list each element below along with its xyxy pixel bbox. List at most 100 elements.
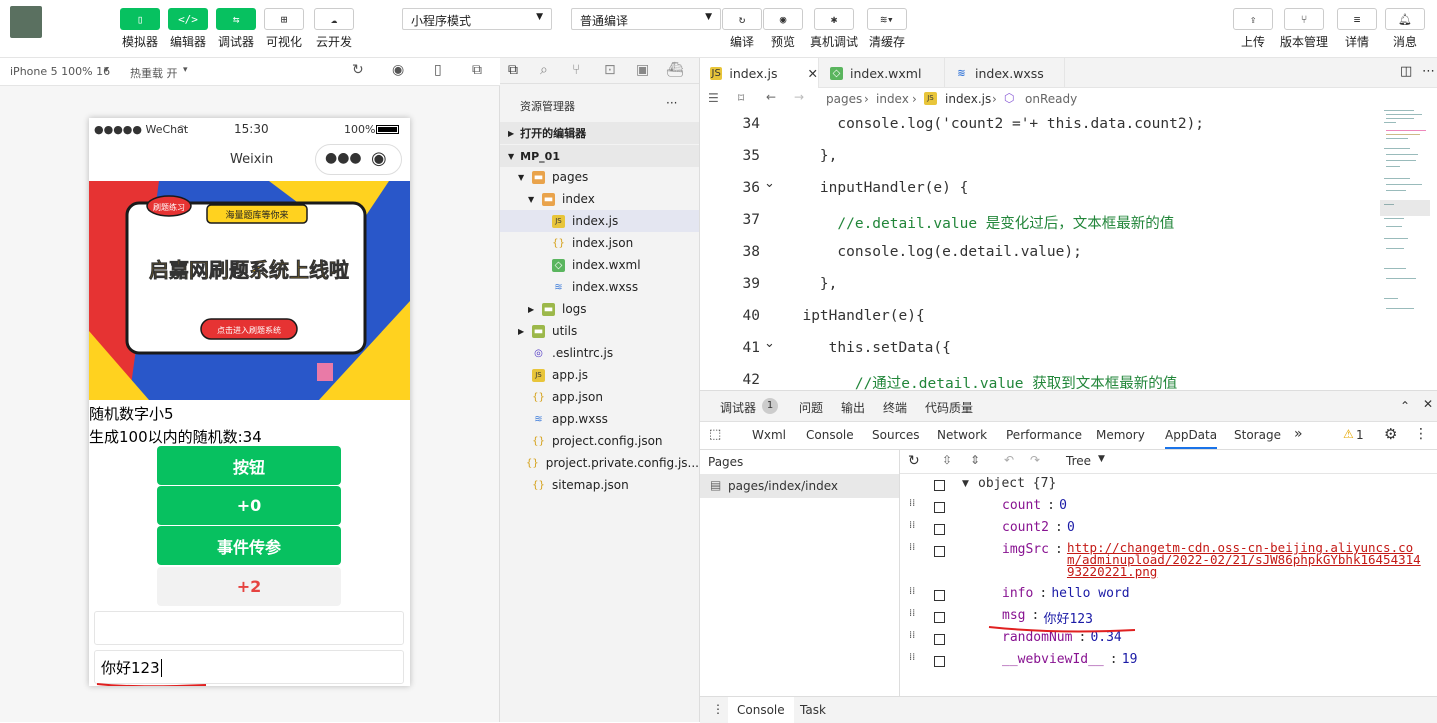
more-icon[interactable]: ⋯ [1422, 64, 1435, 79]
view-mode-select[interactable]: Tree [1066, 454, 1091, 468]
phone-icon[interactable]: ▯ [434, 62, 442, 78]
add-button[interactable]: +0 [157, 486, 341, 525]
checkbox[interactable] [934, 634, 945, 645]
fold-chevron-icon[interactable]: ⌄ [764, 336, 775, 351]
preview-button[interactable]: ◉ 预览 [763, 8, 803, 50]
tree-item-project-private-config-js[interactable]: {} project.private.config.js... [500, 452, 699, 474]
data-value[interactable]: 19 [1122, 652, 1138, 667]
checkbox[interactable] [934, 656, 945, 667]
tree-item-app-wxss[interactable]: ≋ app.wxss [500, 408, 699, 430]
compile-button[interactable]: ↻ 编译 [722, 8, 762, 50]
drag-handle-icon[interactable]: ⁞⁞ [909, 521, 917, 535]
forward-icon[interactable]: → [794, 90, 804, 104]
panel-sources[interactable]: Sources [872, 428, 919, 442]
drag-handle-icon[interactable]: ⁞⁞ [909, 499, 917, 513]
drag-handle-icon[interactable]: ⁞⁞ [909, 631, 917, 645]
tree-item-index-json[interactable]: {} index.json [500, 232, 699, 254]
tree-item-index-wxss[interactable]: ≋ index.wxss [500, 276, 699, 298]
project-section[interactable]: ▼ MP_01 [500, 145, 699, 167]
capsule-menu[interactable]: ●●● ◉ [315, 144, 402, 175]
minimap[interactable] [1380, 108, 1430, 318]
avatar[interactable] [10, 6, 42, 38]
stop-icon[interactable]: ◉ [392, 62, 404, 78]
more-icon[interactable]: ··· [666, 96, 677, 110]
code-line[interactable]: }, [785, 148, 837, 164]
cloud-button[interactable]: ☁ 云开发 [314, 8, 354, 50]
files-icon[interactable]: ⧉ [508, 62, 518, 78]
chevron-down-icon[interactable]: ▼ [518, 173, 532, 182]
drag-handle-icon[interactable]: ⋮ [712, 702, 724, 716]
code-line[interactable]: console.log('count2 ='+ this.data.count2… [785, 116, 1204, 132]
back-icon[interactable]: ← [766, 90, 776, 104]
messages-button[interactable]: 🔔︎ 消息 [1385, 8, 1425, 50]
chevron-right-icon[interactable]: ▶ [518, 327, 532, 336]
open-editors-section[interactable]: ▶ 打开的编辑器 [500, 122, 699, 144]
checkbox[interactable] [934, 524, 945, 535]
tree-item-app-json[interactable]: {} app.json [500, 386, 699, 408]
tab-index-js[interactable]: JS index.js ✕ [700, 58, 819, 88]
docker-icon[interactable]: ⛴︎ [666, 62, 684, 78]
fold-chevron-icon[interactable]: ⌄ [764, 176, 775, 191]
window-icon[interactable]: ⧉ [472, 62, 482, 78]
panel-wxml[interactable]: Wxml [752, 428, 786, 442]
tab-index-wxss[interactable]: ≋ index.wxss [945, 58, 1065, 88]
chevron-up-icon[interactable]: ⌃ [1400, 399, 1410, 413]
clear-cache-button[interactable]: ≋▾ 清缓存 [867, 8, 907, 50]
code-line[interactable]: this.setData({ [785, 340, 951, 356]
add-two-button[interactable]: +2 [157, 567, 341, 606]
collapse-icon[interactable]: ⇕ [970, 453, 980, 467]
checkbox[interactable] [934, 546, 945, 557]
drag-handle-icon[interactable]: ⁞⁞ [909, 609, 917, 623]
tab-output[interactable]: 输出 [841, 399, 865, 416]
panel-network[interactable]: Network [937, 428, 987, 442]
checkbox[interactable] [934, 612, 945, 623]
device-select[interactable]: iPhone 5 100% 16 [10, 65, 110, 78]
tab-terminal[interactable]: 终端 [883, 399, 907, 416]
more-panels-icon[interactable]: » [1294, 426, 1303, 442]
tree-item-app-js[interactable]: JS app.js [500, 364, 699, 386]
details-button[interactable]: ≡ 详情 [1337, 8, 1377, 50]
primary-button[interactable]: 按钮 [157, 446, 341, 485]
drag-handle-icon[interactable]: ⁞⁞ [909, 587, 917, 601]
checkbox[interactable] [934, 480, 945, 491]
code-line[interactable]: }, [785, 276, 837, 292]
simulator-button[interactable]: ▯ 模拟器 [120, 8, 160, 50]
tab-code-quality[interactable]: 代码质量 [925, 399, 973, 416]
tree-item-index-wxml[interactable]: ◇ index.wxml [500, 254, 699, 276]
panel-console[interactable]: Console [806, 428, 854, 442]
tab-debugger[interactable]: 调试器 [720, 399, 757, 424]
tree-item-eslintrc-js[interactable]: ◎ .eslintrc.js [500, 342, 699, 364]
more-icon[interactable]: ●●● [325, 150, 362, 166]
inspect-icon[interactable]: ⬚ [709, 427, 721, 442]
tab-task[interactable]: Task [800, 703, 826, 717]
split-editor-icon[interactable]: ◫ [1400, 64, 1412, 79]
close-icon[interactable]: ✕ [808, 66, 818, 81]
redo-icon[interactable]: ↷ [1030, 453, 1040, 467]
close-icon[interactable]: ✕ [1423, 397, 1433, 411]
panel-memory[interactable]: Memory [1096, 428, 1145, 442]
chevron-down-icon[interactable]: ▼ [962, 479, 969, 489]
close-circle-icon[interactable]: ◉ [371, 148, 387, 169]
visual-button[interactable]: ⊞ 可视化 [264, 8, 304, 50]
text-input-1[interactable] [94, 611, 404, 645]
refresh-icon[interactable]: ↻ [908, 453, 920, 469]
checkbox[interactable] [934, 590, 945, 601]
tab-problems[interactable]: 问题 [799, 399, 823, 416]
data-value[interactable]: 0 [1067, 520, 1075, 535]
data-value[interactable]: hello word [1051, 586, 1129, 601]
debugger-button[interactable]: ⇆ 调试器 [216, 8, 256, 50]
panel-performance[interactable]: Performance [1006, 428, 1082, 442]
event-param-button[interactable]: 事件传参 [157, 526, 341, 565]
drag-handle-icon[interactable]: ⁞⁞ [909, 543, 917, 557]
tab-console[interactable]: Console [728, 697, 794, 723]
code-line[interactable]: inputHandler(e) { [785, 180, 968, 196]
extensions-icon[interactable]: ▣ [636, 62, 649, 78]
code-line[interactable]: console.log(e.detail.value); [785, 244, 1081, 260]
panel-appdata[interactable]: AppData [1165, 428, 1218, 449]
debug-icon[interactable]: ⊡ [604, 62, 616, 78]
chevron-down-icon[interactable]: ▼ [528, 195, 542, 204]
tree-item-index[interactable]: ▼ ▬ index [500, 188, 699, 210]
expand-icon[interactable]: ⇳ [942, 453, 952, 467]
real-debug-button[interactable]: ✱ 真机调试 [810, 8, 858, 50]
hot-reload-toggle[interactable]: 热重载 开 [130, 65, 178, 81]
